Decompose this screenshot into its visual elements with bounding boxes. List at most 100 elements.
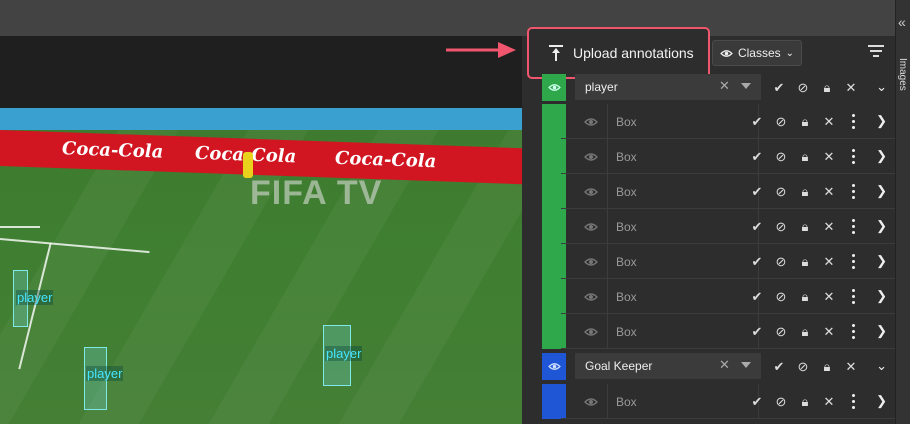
check-icon[interactable]: ✔ [745, 244, 769, 279]
classes-dropdown-button[interactable]: Classes ⌄ [712, 40, 802, 66]
more-options-icon[interactable] [841, 314, 865, 349]
lock-icon[interactable]: 🔒︎ [815, 349, 839, 384]
annotation-row[interactable]: Box ✔ ⊘ 🔒︎ ✕ ❯ [537, 244, 895, 279]
chevron-right-icon[interactable]: ❯ [876, 148, 887, 164]
delete-icon[interactable]: ✕ [817, 139, 841, 174]
class-dropdown-icon[interactable] [741, 362, 751, 368]
annotation-label[interactable]: Box [607, 209, 759, 244]
class-color-swatch[interactable] [542, 74, 566, 101]
annotation-label[interactable]: Box [607, 279, 759, 314]
annotation-label[interactable]: Box [607, 314, 759, 349]
check-icon[interactable]: ✔ [745, 279, 769, 314]
check-icon[interactable]: ✔ [745, 209, 769, 244]
lock-icon[interactable]: 🔒︎ [793, 104, 817, 139]
filter-icon[interactable] [868, 45, 884, 59]
chevron-down-icon[interactable]: ⌄ [876, 79, 887, 95]
eye-icon[interactable] [584, 397, 598, 407]
eye-icon[interactable] [584, 117, 598, 127]
hide-icon[interactable]: ⊘ [769, 104, 793, 139]
hide-icon[interactable]: ⊘ [769, 384, 793, 419]
hide-icon[interactable]: ⊘ [769, 279, 793, 314]
chevron-right-icon[interactable]: ❯ [876, 393, 887, 409]
annotation-label[interactable]: Box [607, 384, 759, 419]
chevron-right-icon[interactable]: ❯ [876, 323, 887, 339]
eye-icon[interactable] [584, 187, 598, 197]
chevron-right-icon[interactable]: ❯ [876, 218, 887, 234]
annotation-row[interactable]: Box ✔ ⊘ 🔒︎ ✕ ❯ [537, 174, 895, 209]
delete-icon[interactable]: ✕ [817, 244, 841, 279]
class-dropdown-icon[interactable] [741, 83, 751, 89]
ad-text: Coca-Cola [335, 147, 437, 173]
delete-icon[interactable]: ✕ [817, 209, 841, 244]
images-tab[interactable]: Images [897, 58, 908, 91]
chevron-right-icon[interactable]: ❯ [876, 288, 887, 304]
more-options-icon[interactable] [841, 104, 865, 139]
check-icon[interactable]: ✔ [767, 349, 791, 384]
hide-icon[interactable]: ⊘ [769, 244, 793, 279]
more-options-icon[interactable] [841, 174, 865, 209]
lock-icon[interactable]: 🔒︎ [793, 314, 817, 349]
clear-icon[interactable]: ✕ [719, 357, 730, 373]
eye-icon[interactable] [584, 222, 598, 232]
more-options-icon[interactable] [841, 244, 865, 279]
more-options-icon[interactable] [841, 139, 865, 174]
annotation-label[interactable]: Box [607, 174, 759, 209]
check-icon[interactable]: ✔ [767, 70, 791, 105]
annotation-row[interactable]: Box ✔ ⊘ 🔒︎ ✕ ❯ [537, 104, 895, 139]
eye-icon[interactable] [584, 257, 598, 267]
class-name-input[interactable] [575, 74, 761, 100]
lock-icon[interactable]: 🔒︎ [793, 209, 817, 244]
annotation-row[interactable]: Box ✔ ⊘ 🔒︎ ✕ ❯ [537, 139, 895, 174]
hide-all-icon[interactable]: ⊘ [791, 349, 815, 384]
clear-icon[interactable]: ✕ [719, 78, 730, 94]
lock-icon[interactable]: 🔒︎ [793, 279, 817, 314]
class-color-swatch [542, 279, 566, 314]
delete-icon[interactable]: ✕ [817, 384, 841, 419]
delete-icon[interactable]: ✕ [817, 279, 841, 314]
annotation-label[interactable]: Box [607, 139, 759, 174]
annotation-row[interactable]: Box ✔ ⊘ 🔒︎ ✕ ❯ [537, 209, 895, 244]
annotation-row[interactable]: Box ✔ ⊘ 🔒︎ ✕ ❯ [537, 279, 895, 314]
referee [243, 152, 253, 178]
annotation-row[interactable]: Box ✔ ⊘ 🔒︎ ✕ ❯ [537, 384, 895, 419]
delete-icon[interactable]: ✕ [839, 349, 863, 384]
lock-icon[interactable]: 🔒︎ [793, 384, 817, 419]
lock-icon[interactable]: 🔒︎ [793, 174, 817, 209]
class-name-input[interactable] [575, 353, 761, 379]
class-color-swatch[interactable] [542, 353, 566, 380]
hide-icon[interactable]: ⊘ [769, 139, 793, 174]
lock-icon[interactable]: 🔒︎ [815, 70, 839, 105]
bounding-box-label: player [86, 366, 124, 381]
hide-icon[interactable]: ⊘ [769, 314, 793, 349]
eye-icon[interactable] [584, 327, 598, 337]
delete-icon[interactable]: ✕ [817, 314, 841, 349]
expand-rail-icon[interactable]: « [898, 14, 906, 30]
hide-icon[interactable]: ⊘ [769, 174, 793, 209]
annotation-label[interactable]: Box [607, 244, 759, 279]
delete-icon[interactable]: ✕ [839, 70, 863, 105]
check-icon[interactable]: ✔ [745, 139, 769, 174]
chevron-right-icon[interactable]: ❯ [876, 253, 887, 269]
chevron-right-icon[interactable]: ❯ [876, 113, 887, 129]
more-options-icon[interactable] [841, 209, 865, 244]
image-canvas[interactable]: Coca-Cola Coca-Cola Coca-Cola FIFA TV pl… [0, 108, 522, 424]
delete-icon[interactable]: ✕ [817, 104, 841, 139]
annotation-label[interactable]: Box [607, 104, 759, 139]
hide-all-icon[interactable]: ⊘ [791, 70, 815, 105]
lock-icon[interactable]: 🔒︎ [793, 244, 817, 279]
annotation-row[interactable]: Box ✔ ⊘ 🔒︎ ✕ ❯ [537, 314, 895, 349]
check-icon[interactable]: ✔ [745, 104, 769, 139]
eye-icon [547, 84, 561, 91]
lock-icon[interactable]: 🔒︎ [793, 139, 817, 174]
eye-icon[interactable] [584, 292, 598, 302]
check-icon[interactable]: ✔ [745, 314, 769, 349]
more-options-icon[interactable] [841, 279, 865, 314]
eye-icon[interactable] [584, 152, 598, 162]
delete-icon[interactable]: ✕ [817, 174, 841, 209]
hide-icon[interactable]: ⊘ [769, 209, 793, 244]
chevron-right-icon[interactable]: ❯ [876, 183, 887, 199]
chevron-down-icon[interactable]: ⌄ [876, 358, 887, 374]
more-options-icon[interactable] [841, 384, 865, 419]
check-icon[interactable]: ✔ [745, 384, 769, 419]
check-icon[interactable]: ✔ [745, 174, 769, 209]
